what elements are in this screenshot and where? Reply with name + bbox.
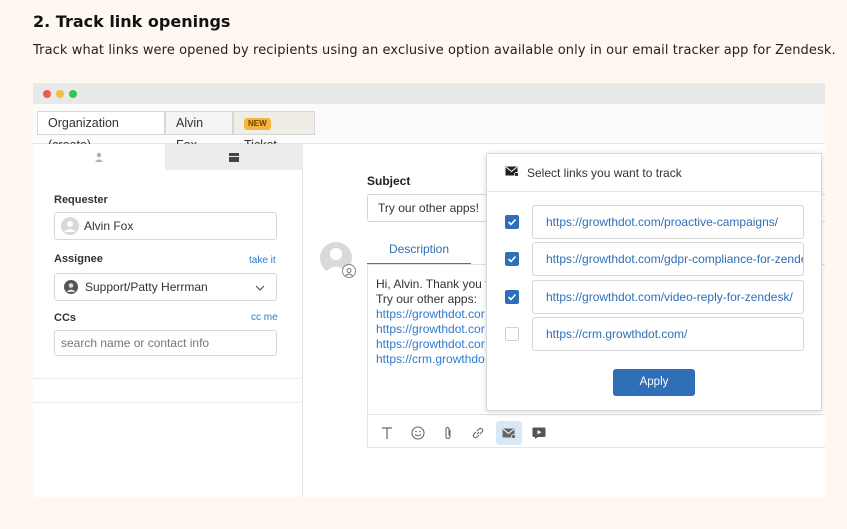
link-checkbox-3[interactable]: [505, 290, 519, 304]
agent-status-icon: [342, 264, 356, 278]
ticket-sidebar: Requester Alvin Fox Assignee take it Sup…: [33, 144, 303, 497]
section-heading: 2. Track link openings: [33, 12, 231, 31]
sidebar-tabs: [33, 144, 303, 170]
link-url-field-3[interactable]: https://growthdot.com/video-reply-for-ze…: [532, 280, 804, 314]
apply-button[interactable]: Apply: [613, 369, 695, 396]
user-icon: [95, 152, 103, 162]
link-tracker-icon[interactable]: [496, 421, 522, 445]
avatar-icon: [61, 217, 79, 235]
body-line: Hi, Alvin. Thank you fo: [376, 277, 496, 291]
app-window: Organization (create) Alvin Fox NEWTicke…: [33, 83, 825, 497]
minimize-window-icon[interactable]: [56, 90, 64, 98]
body-link[interactable]: https://growthdot.cor: [376, 337, 495, 352]
close-window-icon[interactable]: [43, 90, 51, 98]
window-titlebar: [33, 83, 825, 104]
popup-title: Select links you want to track: [527, 166, 682, 180]
link-tracking-popup: Select links you want to track https://g…: [486, 153, 822, 411]
take-it-link[interactable]: take it: [249, 255, 276, 266]
editor-toolbar: [367, 414, 825, 448]
comment-body: Hi, Alvin. Thank you fo Try our other ap…: [376, 277, 495, 367]
sidebar-tab-ticket[interactable]: [165, 144, 303, 170]
body-link[interactable]: https://crm.growthdo: [376, 352, 495, 367]
emoji-icon[interactable]: [405, 421, 431, 445]
ccs-search-input[interactable]: search name or contact info: [54, 330, 277, 356]
requester-value: Alvin Fox: [84, 219, 134, 233]
requester-field[interactable]: Alvin Fox: [54, 212, 277, 240]
body-line: Try our other apps:: [376, 292, 477, 306]
checkmark-icon: [507, 293, 517, 301]
sidebar-divider: [33, 402, 303, 403]
tab-alvin-fox[interactable]: Alvin Fox: [165, 111, 233, 152]
sidebar-divider: [33, 378, 303, 379]
subject-label: Subject: [367, 174, 411, 188]
link-checkbox-2[interactable]: [505, 252, 519, 266]
tab-description[interactable]: Description: [367, 232, 471, 265]
support-group-icon: [64, 280, 78, 294]
assignee-label: Assignee: [54, 253, 103, 265]
tab-ticket[interactable]: NEWTicket: [233, 111, 315, 152]
checkmark-icon: [507, 255, 517, 263]
attachment-icon[interactable]: [435, 421, 461, 445]
link-checkbox-4[interactable]: [505, 327, 519, 341]
body-link[interactable]: https://growthdot.cor: [376, 307, 495, 322]
ccs-placeholder: search name or contact info: [61, 336, 210, 350]
section-description: Track what links were opened by recipien…: [33, 43, 836, 58]
maximize-window-icon[interactable]: [69, 90, 77, 98]
new-badge: NEW: [244, 118, 271, 130]
ticket-tabbar: Organization (create) Alvin Fox NEWTicke…: [33, 104, 825, 152]
body-link[interactable]: https://growthdot.cor: [376, 322, 495, 337]
requester-label: Requester: [54, 194, 108, 206]
link-url-field-1[interactable]: https://growthdot.com/proactive-campaign…: [532, 205, 804, 239]
assignee-value: Support/Patty Herrman: [85, 280, 208, 294]
popup-header: Select links you want to track: [487, 154, 821, 192]
sidebar-tab-user[interactable]: [33, 144, 165, 170]
tracked-email-icon: [505, 166, 519, 177]
assignee-select[interactable]: Support/Patty Herrman: [54, 273, 277, 301]
link-checkbox-1[interactable]: [505, 215, 519, 229]
link-url-field-2[interactable]: https://growthdot.com/gdpr-compliance-fo…: [532, 242, 804, 276]
ticket-icon: [229, 152, 239, 162]
video-icon[interactable]: [526, 421, 552, 445]
ccs-label: CCs: [54, 312, 77, 324]
checkmark-icon: [507, 218, 517, 226]
tab-organization[interactable]: Organization (create): [37, 111, 165, 152]
link-url-field-4[interactable]: https://crm.growthdot.com/: [532, 317, 804, 351]
cc-me-link[interactable]: cc me: [251, 312, 278, 323]
link-icon[interactable]: [465, 421, 491, 445]
chevron-down-icon: [255, 285, 265, 291]
text-format-icon[interactable]: [374, 421, 400, 445]
